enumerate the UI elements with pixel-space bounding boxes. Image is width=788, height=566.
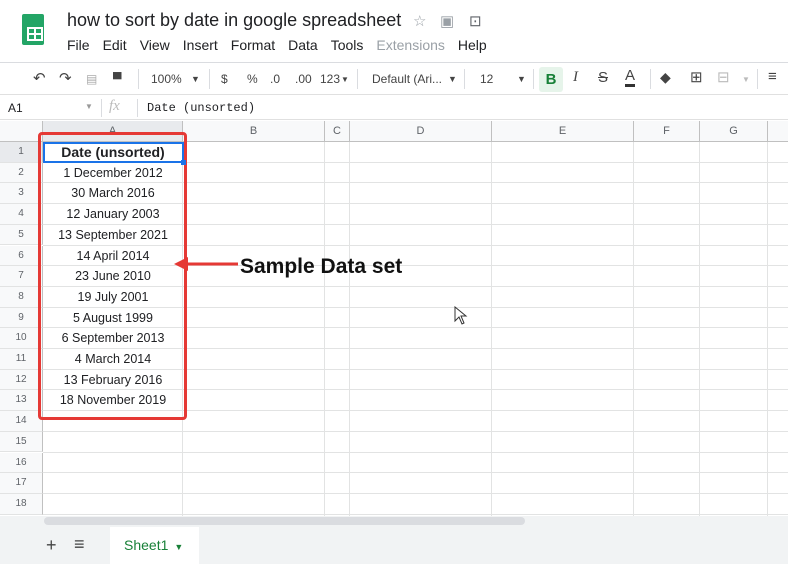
- menu-view[interactable]: View: [140, 37, 170, 53]
- highlight-box: [38, 132, 187, 420]
- select-all-corner[interactable]: [0, 121, 43, 142]
- name-box[interactable]: A1: [8, 101, 23, 115]
- column-header[interactable]: C: [325, 121, 350, 142]
- mouse-cursor-icon: [454, 306, 468, 325]
- tab-sheet1[interactable]: Sheet1 ▼: [110, 527, 199, 564]
- redo-icon[interactable]: ↷: [59, 69, 72, 87]
- row-header[interactable]: 13: [0, 390, 43, 412]
- column-header[interactable]: G: [700, 121, 768, 142]
- strikethrough-button[interactable]: S: [598, 69, 608, 86]
- menu-data[interactable]: Data: [288, 37, 318, 53]
- row-header[interactable]: 3: [0, 183, 43, 205]
- column-header[interactable]: B: [183, 121, 325, 142]
- chevron-down-icon: ▼: [341, 75, 349, 84]
- move-folder-icon[interactable]: ▣: [440, 12, 454, 30]
- row-header[interactable]: 2: [0, 162, 43, 184]
- chevron-down-icon: ▼: [448, 74, 457, 84]
- row-header[interactable]: 9: [0, 307, 43, 329]
- row-header[interactable]: 12: [0, 369, 43, 391]
- bold-button[interactable]: B: [539, 67, 563, 92]
- chevron-down-icon: ▼: [191, 74, 200, 84]
- zoom-select[interactable]: 100%: [151, 72, 182, 86]
- menu-format[interactable]: Format: [231, 37, 275, 53]
- fill-handle[interactable]: [181, 160, 186, 165]
- paint-format-icon[interactable]: ▀: [113, 72, 122, 86]
- toolbar: ↶ ↷ ▤ ▀ 100% ▼ $ % .0 .00 123 ▼ Default …: [0, 62, 788, 95]
- text-color-button[interactable]: A: [625, 68, 636, 87]
- arrow-icon: [174, 257, 238, 271]
- borders-icon[interactable]: ⊞: [690, 68, 703, 86]
- chevron-down-icon: ▼: [517, 74, 526, 84]
- annotation-label: Sample Data set: [240, 255, 403, 278]
- row-header[interactable]: 17: [0, 473, 43, 494]
- column-header[interactable]: [768, 121, 788, 142]
- row-header[interactable]: 5: [0, 224, 43, 246]
- row-header[interactable]: 11: [0, 349, 43, 370]
- fx-icon: fx: [109, 98, 120, 114]
- decrease-decimal-button[interactable]: .0: [270, 72, 280, 86]
- fill-color-icon[interactable]: ◆: [660, 69, 671, 86]
- column-header[interactable]: E: [492, 121, 634, 142]
- row-header[interactable]: 18: [0, 493, 43, 515]
- menu-tools[interactable]: Tools: [331, 37, 364, 53]
- row-header[interactable]: 6: [0, 245, 43, 267]
- row-header[interactable]: 1: [0, 142, 43, 163]
- font-select[interactable]: Default (Ari...: [372, 72, 442, 86]
- menu-edit[interactable]: Edit: [103, 37, 127, 53]
- row-header[interactable]: 10: [0, 328, 43, 349]
- row-header[interactable]: 8: [0, 286, 43, 308]
- star-icon[interactable]: ☆: [413, 12, 426, 30]
- row-header[interactable]: 16: [0, 452, 43, 474]
- row-header[interactable]: 4: [0, 204, 43, 225]
- row-header[interactable]: 14: [0, 411, 43, 432]
- column-header[interactable]: F: [634, 121, 700, 142]
- column-header[interactable]: D: [350, 121, 492, 142]
- percent-button[interactable]: %: [247, 72, 258, 86]
- currency-button[interactable]: $: [221, 72, 228, 86]
- merge-cells-icon[interactable]: ⊟: [717, 68, 730, 86]
- increase-decimal-button[interactable]: .00: [295, 72, 312, 86]
- menu-file[interactable]: File: [67, 37, 90, 53]
- tab-label: Sheet1: [124, 537, 169, 553]
- sheets-logo[interactable]: [22, 14, 44, 45]
- horizontal-scrollbar[interactable]: [44, 517, 525, 525]
- chevron-down-icon: ▼: [174, 542, 184, 552]
- add-sheet-button[interactable]: +: [46, 535, 57, 556]
- menu-insert[interactable]: Insert: [183, 37, 218, 53]
- cloud-status-icon[interactable]: ⊡: [469, 12, 482, 30]
- align-icon[interactable]: ≡: [768, 68, 777, 85]
- more-formats-button[interactable]: 123: [320, 72, 340, 86]
- row-header[interactable]: 15: [0, 431, 43, 453]
- document-title[interactable]: how to sort by date in google spreadshee…: [67, 10, 401, 31]
- print-icon[interactable]: ▤: [86, 72, 97, 86]
- chevron-down-icon: ▼: [742, 75, 750, 84]
- menu-extensions[interactable]: Extensions: [376, 37, 444, 53]
- font-size-select[interactable]: 12: [480, 72, 493, 86]
- selected-cell: [43, 142, 184, 163]
- italic-button[interactable]: I: [573, 69, 578, 86]
- undo-icon[interactable]: ↶: [33, 69, 46, 87]
- formula-input[interactable]: Date (unsorted): [147, 101, 255, 115]
- menu-bar: File Edit View Insert Format Data Tools Extensi…: [67, 37, 487, 53]
- chevron-down-icon: ▼: [85, 102, 93, 111]
- menu-help[interactable]: Help: [458, 37, 487, 53]
- formula-bar: A1 ▼ fx Date (unsorted): [0, 96, 788, 120]
- all-sheets-button[interactable]: ≡: [74, 534, 85, 555]
- row-header[interactable]: 7: [0, 266, 43, 287]
